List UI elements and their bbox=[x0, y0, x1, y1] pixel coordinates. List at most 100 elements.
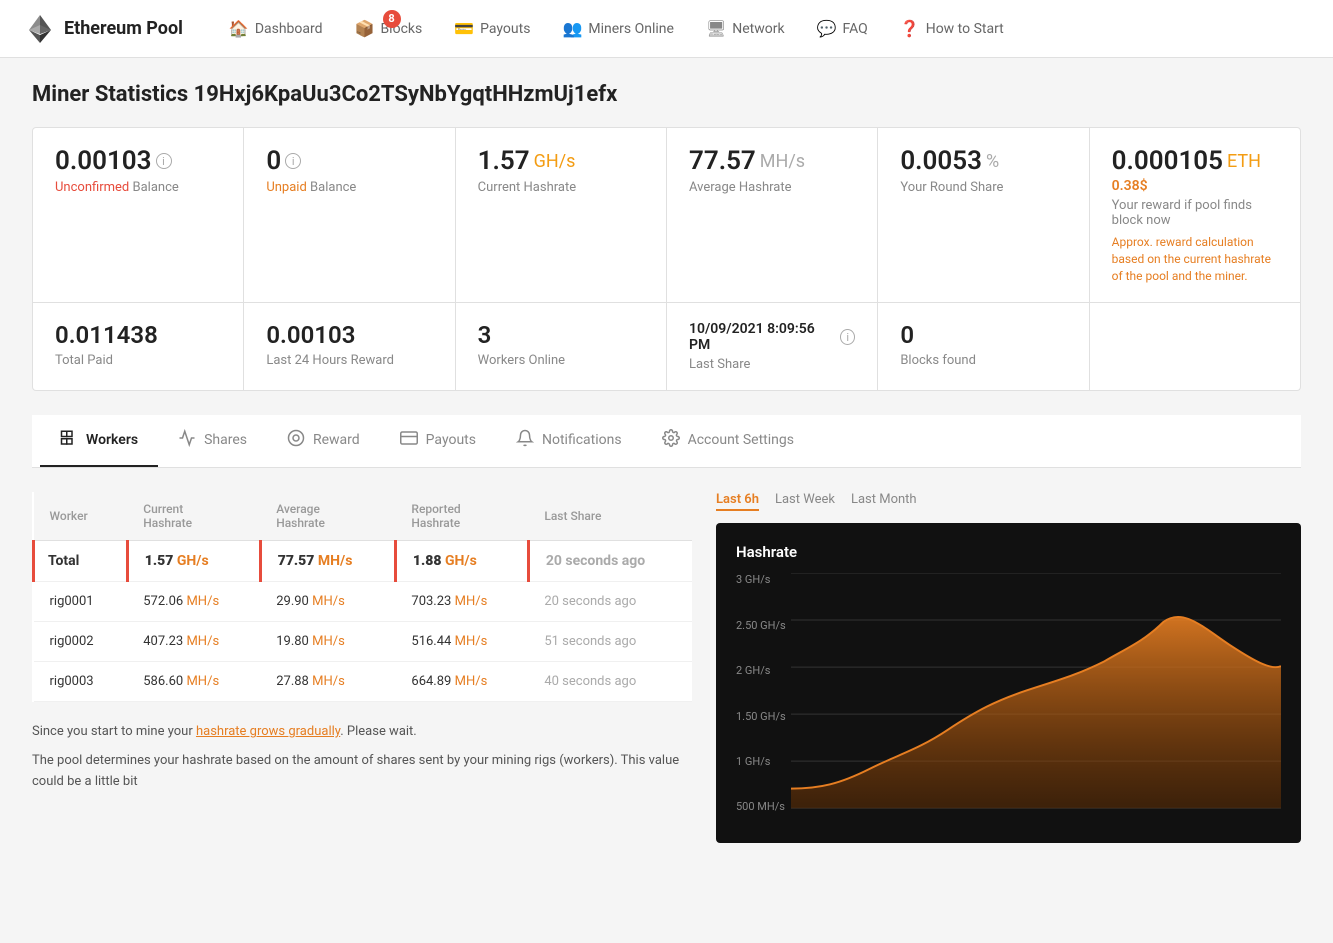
table-row: rig0001 572.06 MH/s 29.90 MH/s 703.23 MH… bbox=[34, 582, 693, 622]
y-label-3: 1.50 GH/s bbox=[736, 710, 786, 723]
row3-reported-unit: MH/s bbox=[455, 674, 488, 689]
content-area: Worker CurrentHashrate AverageHashrate R… bbox=[32, 492, 1301, 843]
network-icon: 🖥 bbox=[706, 19, 726, 38]
row2-name: rig0002 bbox=[34, 622, 128, 662]
row2-reported-unit: MH/s bbox=[455, 634, 488, 649]
stat-empty bbox=[1090, 303, 1300, 390]
tab-workers-label: Workers bbox=[86, 432, 138, 448]
stats-bottom-row: 0.011438 Total Paid 0.00103 Last 24 Hour… bbox=[32, 303, 1301, 391]
stat-last24: 0.00103 Last 24 Hours Reward bbox=[244, 303, 455, 390]
row3-reported: 664.89 MH/s bbox=[395, 662, 528, 702]
total-reported-unit: GH/s bbox=[445, 553, 477, 569]
nav-network[interactable]: 🖥 Network bbox=[692, 0, 799, 58]
tab-payouts[interactable]: Payouts bbox=[380, 415, 496, 467]
nav-payouts-label: Payouts bbox=[480, 21, 530, 37]
workers-table-section: Worker CurrentHashrate AverageHashrate R… bbox=[32, 492, 692, 843]
y-label-1: 2.50 GH/s bbox=[736, 619, 786, 632]
unpaid-info-icon[interactable]: i bbox=[285, 153, 301, 169]
tab-shares-label: Shares bbox=[204, 432, 247, 448]
faq-icon: 💬 bbox=[817, 19, 837, 38]
stat-last-share: 10/09/2021 8:09:56 PM i Last Share bbox=[667, 303, 878, 390]
tab-notifications[interactable]: Notifications bbox=[496, 415, 642, 467]
blocks-found-label: Blocks found bbox=[900, 353, 1066, 368]
nav-blocks[interactable]: 📦 Blocks 8 bbox=[341, 0, 437, 58]
unpaid-label: Unpaid Balance bbox=[266, 180, 432, 195]
last-share-label: Last Share bbox=[689, 357, 855, 372]
tab-reward-label: Reward bbox=[313, 432, 360, 448]
table-header-row: Worker CurrentHashrate AverageHashrate R… bbox=[34, 492, 693, 541]
unconfirmed-label-rest: Balance bbox=[132, 180, 178, 195]
th-reported: ReportedHashrate bbox=[395, 492, 528, 541]
unconfirmed-label: Unconfirmed Balance bbox=[55, 180, 221, 195]
chart-header: Last 6h Last Week Last Month bbox=[716, 492, 1301, 511]
nav-dashboard-label: Dashboard bbox=[255, 21, 323, 37]
row2-average: 19.80 MH/s bbox=[260, 622, 395, 662]
row3-current-unit: MH/s bbox=[186, 674, 219, 689]
row2-lastshare: 51 seconds ago bbox=[528, 622, 692, 662]
y-label-4: 1 GH/s bbox=[736, 755, 786, 768]
last-share-info-icon[interactable]: i bbox=[840, 329, 855, 345]
time-tab-bar: Last 6h Last Week Last Month bbox=[716, 492, 917, 511]
y-label-2: 2 GH/s bbox=[736, 664, 786, 677]
dashboard-icon: 🏠 bbox=[229, 19, 249, 38]
unconfirmed-info-icon[interactable]: i bbox=[156, 153, 172, 169]
notifications-tab-icon bbox=[516, 429, 534, 451]
last24-label: Last 24 Hours Reward bbox=[266, 353, 432, 368]
row1-average-unit: MH/s bbox=[312, 594, 345, 609]
tab-workers[interactable]: Workers bbox=[40, 415, 158, 467]
stat-workers: 3 Workers Online bbox=[456, 303, 667, 390]
th-average: AverageHashrate bbox=[260, 492, 395, 541]
blocks-icon: 📦 bbox=[355, 19, 375, 38]
row2-current-unit: MH/s bbox=[186, 634, 219, 649]
blocks-found-value: 0 bbox=[900, 321, 1066, 349]
stat-round-share: 0.0053 % Your Round Share bbox=[878, 128, 1089, 302]
nav-howto[interactable]: ❓ How to Start bbox=[886, 0, 1018, 58]
table-row: rig0002 407.23 MH/s 19.80 MH/s 516.44 MH… bbox=[34, 622, 693, 662]
y-label-5: 500 MH/s bbox=[736, 800, 786, 813]
last-share-value: 10/09/2021 8:09:56 PM bbox=[689, 321, 830, 353]
header: Ethereum Pool 🏠 Dashboard 📦 Blocks 8 💳 P… bbox=[0, 0, 1333, 58]
total-current: 1.57 GH/s bbox=[127, 541, 260, 582]
row1-lastshare: 20 seconds ago bbox=[528, 582, 692, 622]
nav-faq[interactable]: 💬 FAQ bbox=[803, 0, 882, 58]
time-tab-month[interactable]: Last Month bbox=[851, 492, 917, 511]
row3-average-unit: MH/s bbox=[312, 674, 345, 689]
miners-icon: 👥 bbox=[562, 19, 582, 38]
chart-y-labels: 3 GH/s 2.50 GH/s 2 GH/s 1.50 GH/s 1 GH/s… bbox=[736, 573, 786, 813]
unconfirmed-label-highlight: Unconfirmed bbox=[55, 180, 129, 195]
table-row-total: Total 1.57 GH/s 77.57 MH/s 1.88 GH/s bbox=[34, 541, 693, 582]
tab-reward[interactable]: Reward bbox=[267, 415, 380, 467]
howto-icon: ❓ bbox=[900, 19, 920, 38]
reward-tab-icon bbox=[287, 429, 305, 451]
account-tab-icon bbox=[662, 429, 680, 451]
time-tab-week[interactable]: Last Week bbox=[775, 492, 835, 511]
row3-current: 586.60 MH/s bbox=[127, 662, 260, 702]
logo[interactable]: Ethereum Pool bbox=[24, 13, 183, 45]
note-1: Since you start to mine your hashrate gr… bbox=[32, 722, 692, 743]
tab-account[interactable]: Account Settings bbox=[642, 415, 814, 467]
last24-value: 0.00103 bbox=[266, 321, 432, 349]
tab-shares[interactable]: Shares bbox=[158, 415, 267, 467]
payouts-tab-icon bbox=[400, 429, 418, 451]
reward-value: 0.000105 bbox=[1112, 146, 1223, 176]
row3-lastshare: 40 seconds ago bbox=[528, 662, 692, 702]
tab-payouts-label: Payouts bbox=[426, 432, 476, 448]
avg-hashrate-unit: MH/s bbox=[760, 151, 805, 172]
row1-reported: 703.23 MH/s bbox=[395, 582, 528, 622]
row2-average-unit: MH/s bbox=[312, 634, 345, 649]
nav-faq-label: FAQ bbox=[843, 21, 868, 37]
nav-dashboard[interactable]: 🏠 Dashboard bbox=[215, 0, 337, 58]
hashrate-link[interactable]: hashrate grows gradually bbox=[196, 724, 340, 739]
round-share-unit: % bbox=[986, 151, 999, 172]
nav-payouts[interactable]: 💳 Payouts bbox=[440, 0, 544, 58]
stat-reward: 0.000105 ETH 0.38$ Your reward if pool f… bbox=[1090, 128, 1300, 302]
time-tab-6h[interactable]: Last 6h bbox=[716, 492, 759, 511]
row1-current-unit: MH/s bbox=[186, 594, 219, 609]
avg-hashrate-label: Average Hashrate bbox=[689, 180, 855, 195]
th-worker: Worker bbox=[34, 492, 128, 541]
nav-miners[interactable]: 👥 Miners Online bbox=[548, 0, 687, 58]
chart-section: Last 6h Last Week Last Month Hashrate 3 … bbox=[716, 492, 1301, 843]
row1-name: rig0001 bbox=[34, 582, 128, 622]
workers-tab-icon bbox=[60, 429, 78, 451]
nav-miners-label: Miners Online bbox=[588, 21, 674, 37]
